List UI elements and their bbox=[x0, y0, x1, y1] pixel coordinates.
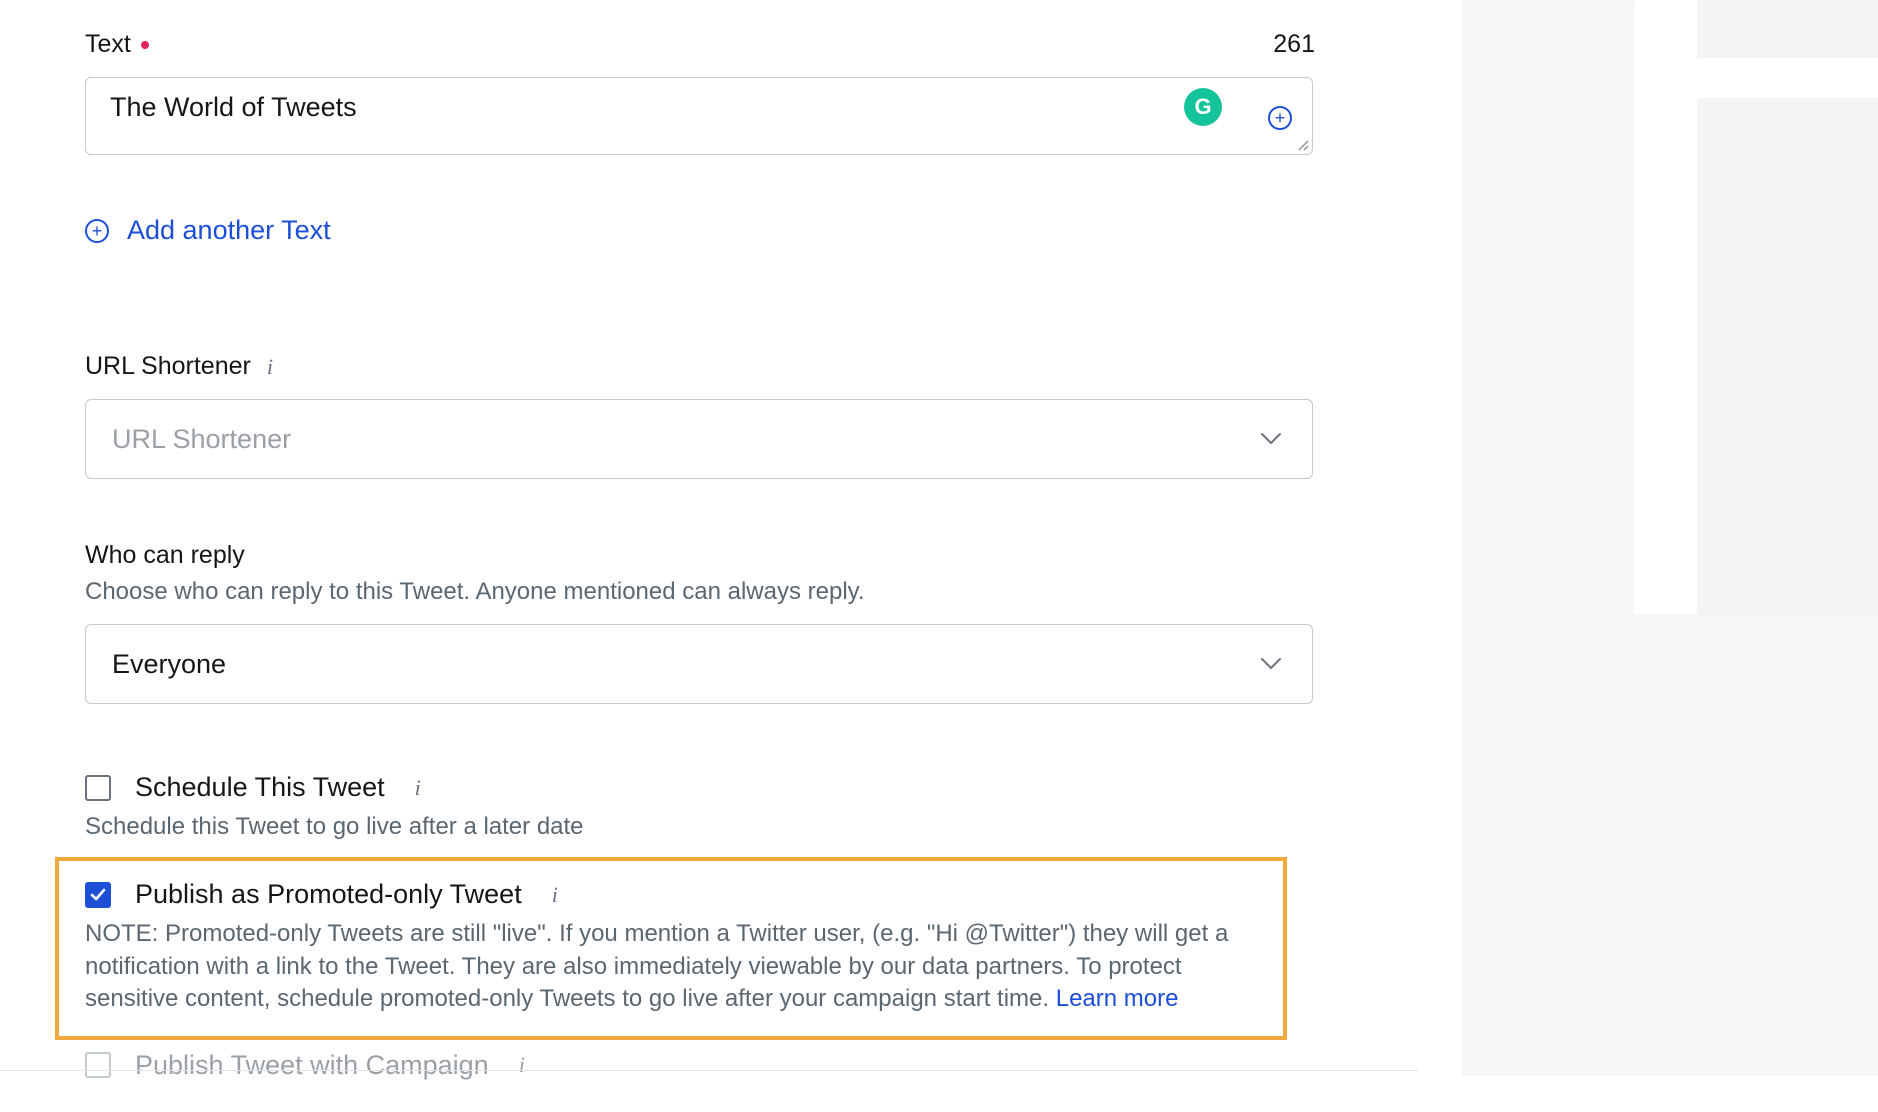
who-can-reply-label: Who can reply bbox=[85, 541, 245, 570]
right-preview-panel bbox=[1460, 0, 1878, 1112]
schedule-label: Schedule This Tweet bbox=[135, 772, 385, 803]
info-icon[interactable]: i bbox=[267, 354, 273, 380]
url-shortener-section: URL Shortener i URL Shortener bbox=[85, 352, 1315, 479]
schedule-checkbox[interactable] bbox=[85, 775, 111, 801]
who-can-reply-section: Who can reply Choose who can reply to th… bbox=[85, 541, 1315, 704]
schedule-option: Schedule This Tweet i Schedule this Twee… bbox=[85, 772, 1315, 843]
url-shortener-label-row: URL Shortener i bbox=[85, 352, 1315, 381]
promoted-note: NOTE: Promoted-only Tweets are still "li… bbox=[85, 918, 1257, 1015]
required-dot-icon bbox=[141, 41, 149, 49]
url-shortener-select[interactable]: URL Shortener bbox=[85, 399, 1313, 479]
resize-handle-icon[interactable] bbox=[1294, 136, 1310, 152]
who-can-reply-select[interactable]: Everyone bbox=[85, 624, 1313, 704]
info-icon[interactable]: i bbox=[415, 775, 421, 801]
campaign-checkbox[interactable] bbox=[85, 1052, 111, 1078]
campaign-checkbox-row: Publish Tweet with Campaign i bbox=[85, 1050, 1315, 1081]
bottom-divider bbox=[0, 1070, 1418, 1071]
who-can-reply-subtext: Choose who can reply to this Tweet. Anyo… bbox=[85, 578, 1315, 606]
promoted-highlight: Publish as Promoted-only Tweet i NOTE: P… bbox=[55, 857, 1287, 1039]
url-shortener-label: URL Shortener bbox=[85, 352, 251, 381]
who-can-reply-label-row: Who can reply bbox=[85, 541, 1315, 570]
promoted-label: Publish as Promoted-only Tweet bbox=[135, 879, 522, 910]
schedule-desc: Schedule this Tweet to go live after a l… bbox=[85, 811, 1305, 843]
tweet-text-input[interactable] bbox=[108, 90, 1172, 154]
add-text-inline-button[interactable]: + bbox=[1268, 106, 1292, 130]
text-field-section: Text 261 G + + Add another Text bbox=[85, 30, 1315, 246]
plus-circle-icon: + bbox=[1268, 106, 1292, 130]
tweet-text-input-wrap: G + bbox=[85, 77, 1313, 155]
schedule-checkbox-row: Schedule This Tweet i bbox=[85, 772, 1315, 803]
main-form: Text 261 G + + Add another Text URL Shor… bbox=[85, 30, 1315, 1081]
text-field-label-row: Text 261 bbox=[85, 30, 1315, 59]
campaign-option: Publish Tweet with Campaign i bbox=[85, 1050, 1315, 1081]
text-char-count: 261 bbox=[1273, 30, 1315, 59]
who-can-reply-value: Everyone bbox=[112, 649, 226, 680]
learn-more-link[interactable]: Learn more bbox=[1056, 985, 1179, 1012]
grammarly-icon[interactable]: G bbox=[1184, 88, 1222, 126]
add-another-text-label: Add another Text bbox=[127, 215, 331, 246]
info-icon[interactable]: i bbox=[552, 882, 558, 908]
campaign-label: Publish Tweet with Campaign bbox=[135, 1050, 489, 1081]
text-field-label: Text bbox=[85, 30, 131, 59]
promoted-checkbox[interactable] bbox=[85, 882, 111, 908]
plus-circle-icon: + bbox=[85, 219, 109, 243]
add-another-text-button[interactable]: + Add another Text bbox=[85, 215, 1315, 246]
right-preview-panel-grey bbox=[1462, 0, 1878, 1076]
options-section: Schedule This Tweet i Schedule this Twee… bbox=[85, 772, 1315, 1081]
right-preview-inner-white bbox=[1697, 58, 1878, 98]
url-shortener-placeholder: URL Shortener bbox=[112, 424, 291, 455]
chevron-down-icon bbox=[1260, 657, 1282, 671]
chevron-down-icon bbox=[1260, 432, 1282, 446]
info-icon[interactable]: i bbox=[519, 1052, 525, 1078]
promoted-checkbox-row: Publish as Promoted-only Tweet i bbox=[85, 879, 1257, 910]
